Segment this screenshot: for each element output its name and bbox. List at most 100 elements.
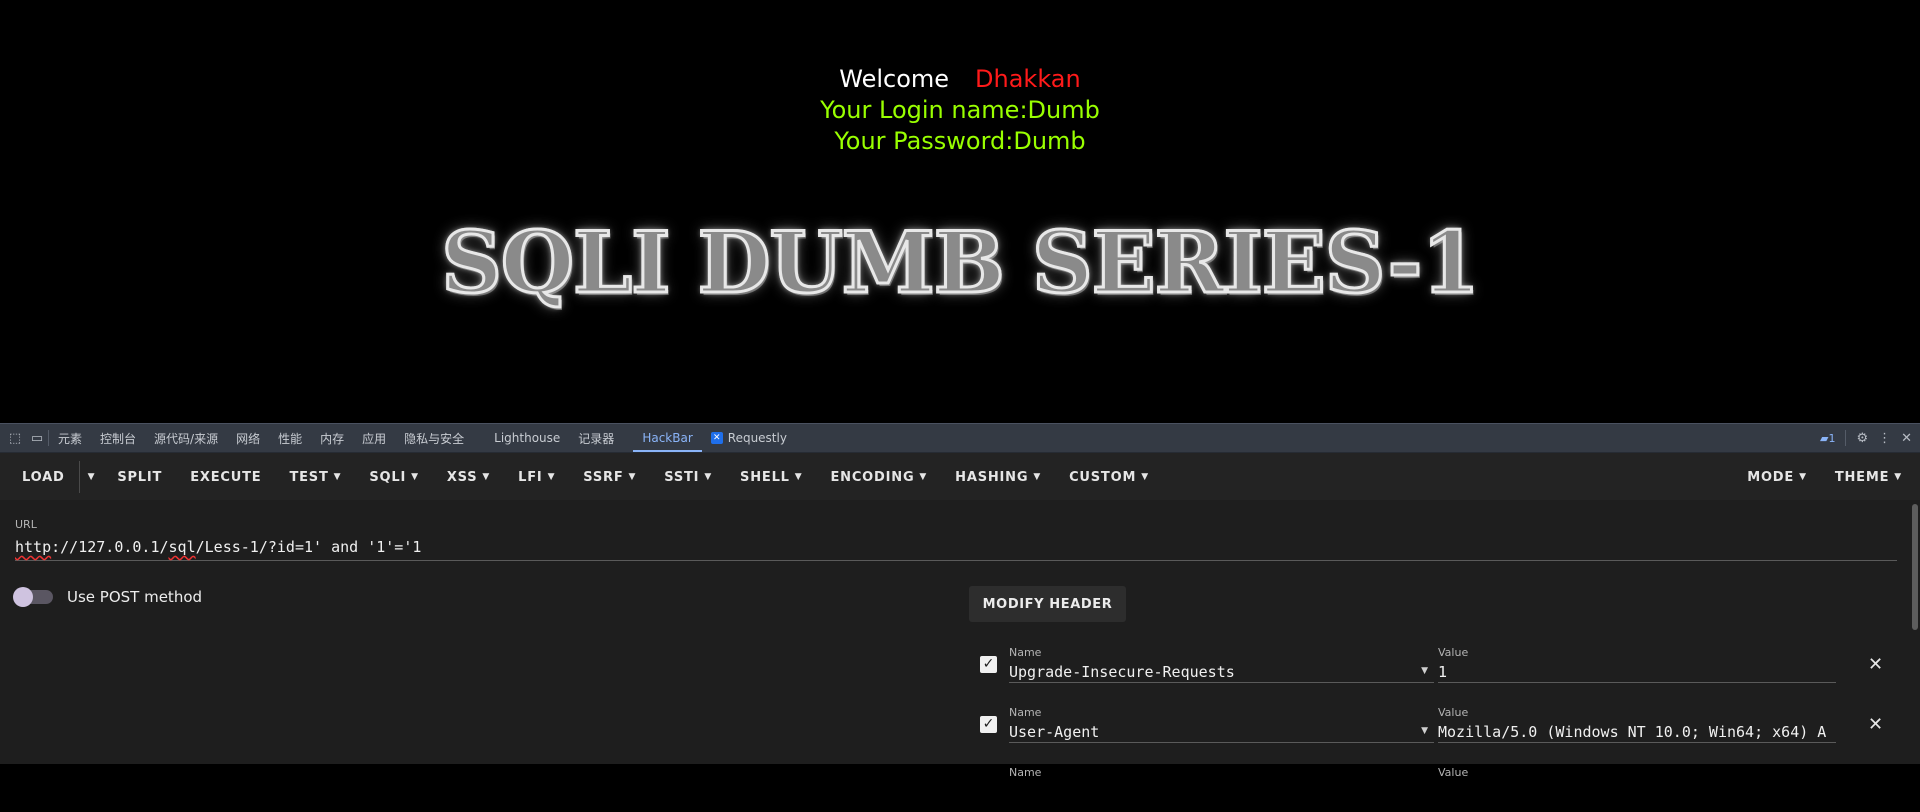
header-value-label: Value <box>1438 646 1469 659</box>
ssti-menu-label: SSTI <box>664 469 700 485</box>
chevron-down-icon[interactable]: ▼ <box>1421 726 1428 736</box>
gear-icon[interactable]: ⚙ <box>1856 431 1868 446</box>
chevron-down-icon: ▼ <box>1033 472 1042 482</box>
close-icon[interactable]: ✕ <box>1868 654 1883 675</box>
tab-requestly[interactable]: ✕ Requestly <box>702 424 796 452</box>
url-host: ://127.0.0.1/ <box>51 538 169 556</box>
load-button[interactable]: LOAD <box>0 453 79 501</box>
mode-menu[interactable]: MODE ▼ <box>1733 453 1821 501</box>
theme-menu-label: THEME <box>1834 469 1890 485</box>
header-name-field[interactable]: Name <box>1009 752 1434 802</box>
chevron-down-icon: ▼ <box>411 472 419 482</box>
post-method-toggle[interactable]: Use POST method <box>13 587 202 607</box>
custom-menu[interactable]: CUSTOM ▼ <box>1055 453 1163 501</box>
url-input[interactable]: http://127.0.0.1/sql/Less-1/?id=1' and '… <box>15 534 1897 561</box>
chevron-down-icon: ▼ <box>628 472 637 482</box>
tab-console[interactable]: 控制台 <box>91 424 145 452</box>
ssrf-menu-label: SSRF <box>583 469 624 485</box>
encoding-menu[interactable]: ENCODING ▼ <box>816 453 941 501</box>
lfi-menu[interactable]: LFI ▼ <box>504 453 569 501</box>
header-value-text: 1 <box>1438 663 1448 681</box>
xss-menu[interactable]: XSS ▼ <box>433 453 504 501</box>
header-enabled-checkbox[interactable]: ✓ <box>980 656 997 673</box>
tab-application[interactable]: 应用 <box>353 424 395 452</box>
header-name-label: Name <box>1009 646 1042 659</box>
requestly-icon: ✕ <box>710 432 723 444</box>
chevron-down-icon: ▼ <box>1799 472 1807 482</box>
header-enabled-checkbox[interactable]: ✓ <box>980 716 997 733</box>
chevron-down-icon: ▼ <box>547 472 556 482</box>
custom-menu-label: CUSTOM <box>1069 469 1137 485</box>
close-icon[interactable]: ✕ <box>1901 431 1912 446</box>
header-name-label: Name <box>1009 766 1042 779</box>
issues-badge[interactable]: ▰1 <box>1820 432 1835 445</box>
url-scheme: http <box>15 538 52 556</box>
hackbar-toolbar: LOAD ▼ SPLIT EXECUTE TEST ▼ SQLI ▼ XSS ▼ LF… <box>0 453 1920 501</box>
url-label: URL <box>15 518 37 531</box>
hashing-menu[interactable]: HASHING ▼ <box>941 453 1055 501</box>
header-name-field[interactable]: Name User-Agent ▼ <box>1009 692 1434 743</box>
url-sql-segment: sql <box>168 538 196 556</box>
welcome-block: Welcome Dhakkan Your Login name:Dumb Your… <box>0 64 1920 157</box>
header-row: ✓ Name User-Agent ▼ Value Mozilla/5.0 (W… <box>978 692 1898 752</box>
sqli-menu[interactable]: SQLI ▼ <box>355 453 432 501</box>
more-options-icon[interactable]: ⋮ <box>1878 431 1891 446</box>
lfi-menu-label: LFI <box>518 469 543 485</box>
url-path: /Less-1/?id=1' and '1'='1 <box>195 538 422 556</box>
header-value-label: Value <box>1438 706 1469 719</box>
device-toggle-icon[interactable]: ▭ <box>26 424 48 452</box>
header-name-field[interactable]: Name Upgrade-Insecure-Requests ▼ <box>1009 632 1434 683</box>
page-content: Welcome Dhakkan Your Login name:Dumb Your… <box>0 0 1920 423</box>
header-row: Name Value <box>978 752 1898 812</box>
toggle-knob <box>13 587 33 607</box>
test-menu[interactable]: TEST ▼ <box>275 453 355 501</box>
tab-recorder[interactable]: 记录器 <box>569 424 623 452</box>
header-value-field[interactable]: Value <box>1438 752 1836 802</box>
tab-lighthouse[interactable]: Lighthouse <box>485 424 569 452</box>
chevron-down-icon: ▼ <box>704 472 713 482</box>
chevron-down-icon: ▼ <box>1141 472 1149 482</box>
welcome-name: Dhakkan <box>975 65 1081 93</box>
ssrf-menu[interactable]: SSRF ▼ <box>569 453 650 501</box>
chevron-down-icon: ▼ <box>482 472 491 482</box>
welcome-label: Welcome <box>839 65 950 93</box>
header-name-value: User-Agent <box>1009 723 1100 741</box>
modify-header-button[interactable]: MODIFY HEADER <box>969 586 1126 622</box>
theme-menu[interactable]: THEME ▼ <box>1821 453 1902 501</box>
devtools-panel: ⬚ ▭ 元素 控制台 源代码/来源 网络 性能 内存 应用 隐私与安全 Ligh… <box>0 423 1920 779</box>
toggle-switch[interactable] <box>13 587 53 607</box>
devtools-actions: ▰1 ⚙ ⋮ ✕ <box>1820 424 1912 452</box>
close-icon[interactable]: ✕ <box>1868 714 1883 735</box>
tab-performance[interactable]: 性能 <box>269 424 311 452</box>
hashing-menu-label: HASHING <box>955 469 1029 485</box>
vertical-scrollbar[interactable] <box>1912 504 1918 630</box>
header-value-field[interactable]: Value 1 <box>1438 632 1836 683</box>
chevron-down-icon[interactable]: ▼ <box>1421 666 1428 676</box>
header-name-label: Name <box>1009 706 1042 719</box>
tab-memory[interactable]: 内存 <box>311 424 353 452</box>
header-value-text: Mozilla/5.0 (Windows NT 10.0; Win64; x64… <box>1438 723 1827 741</box>
load-options-icon[interactable]: ▼ <box>78 461 104 493</box>
tab-hackbar[interactable]: HackBar <box>633 424 702 452</box>
header-value-field[interactable]: Value Mozilla/5.0 (Windows NT 10.0; Win6… <box>1438 692 1836 743</box>
split-button[interactable]: SPLIT <box>103 453 176 501</box>
series-banner: SQLI DUMB SERIES-1 <box>0 216 1920 309</box>
mode-menu-label: MODE <box>1747 469 1795 485</box>
password-line: Your Password:Dumb <box>834 127 1086 155</box>
ssti-menu[interactable]: SSTI ▼ <box>650 453 726 501</box>
tab-sources[interactable]: 源代码/来源 <box>145 424 227 452</box>
actions-divider <box>1845 430 1847 446</box>
xss-menu-label: XSS <box>446 469 478 485</box>
inspect-element-icon[interactable]: ⬚ <box>4 424 26 452</box>
tab-privacy-security[interactable]: 隐私与安全 <box>395 424 473 452</box>
login-name-line: Your Login name:Dumb <box>820 96 1100 124</box>
chevron-down-icon: ▼ <box>794 472 803 482</box>
tab-elements[interactable]: 元素 <box>49 424 91 452</box>
shell-menu[interactable]: SHELL ▼ <box>726 453 816 501</box>
chevron-down-icon: ▼ <box>919 472 928 482</box>
tab-network[interactable]: 网络 <box>227 424 269 452</box>
execute-button[interactable]: EXECUTE <box>176 453 275 501</box>
header-row: ✓ Name Upgrade-Insecure-Requests ▼ Value… <box>978 632 1898 692</box>
chevron-down-icon: ▼ <box>333 472 342 482</box>
tab-requestly-label: Requestly <box>727 431 787 445</box>
